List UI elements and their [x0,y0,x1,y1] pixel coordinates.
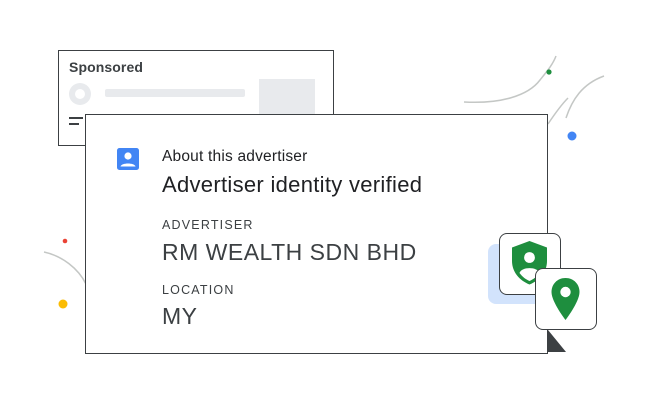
advertiser-field-value: RM WEALTH SDN BHD [162,239,417,265]
decorative-curve [547,97,569,125]
location-field-value: MY [162,303,198,329]
decorative-dot-blue [567,131,577,141]
placeholder-text-line [105,89,245,97]
location-pin-icon [551,278,580,320]
decorative-curve [565,75,605,119]
decorative-curve [463,55,557,104]
verified-status-title: Advertiser identity verified [162,172,423,197]
decorative-dot-green [546,69,552,75]
about-advertiser-card: About this advertiser Advertiser identit… [85,114,548,354]
sponsored-label: Sponsored [69,59,144,75]
about-advertiser-heading: About this advertiser [162,148,308,165]
globe-icon [69,83,91,105]
decorative-dot-red [62,238,68,244]
card-corner-tail [548,330,566,352]
location-field-label: LOCATION [162,283,235,297]
advertiser-field-label: ADVERTISER [162,218,254,232]
placeholder-rule [69,117,83,119]
decorative-curve [43,251,87,285]
location-pin-badge [535,268,597,330]
illustration: Sponsored About this advertiser Advertis… [0,0,658,406]
account-box-icon [117,148,139,170]
placeholder-rule [69,123,79,125]
decorative-dot-yellow [58,299,68,309]
placeholder-thumbnail [259,79,315,117]
